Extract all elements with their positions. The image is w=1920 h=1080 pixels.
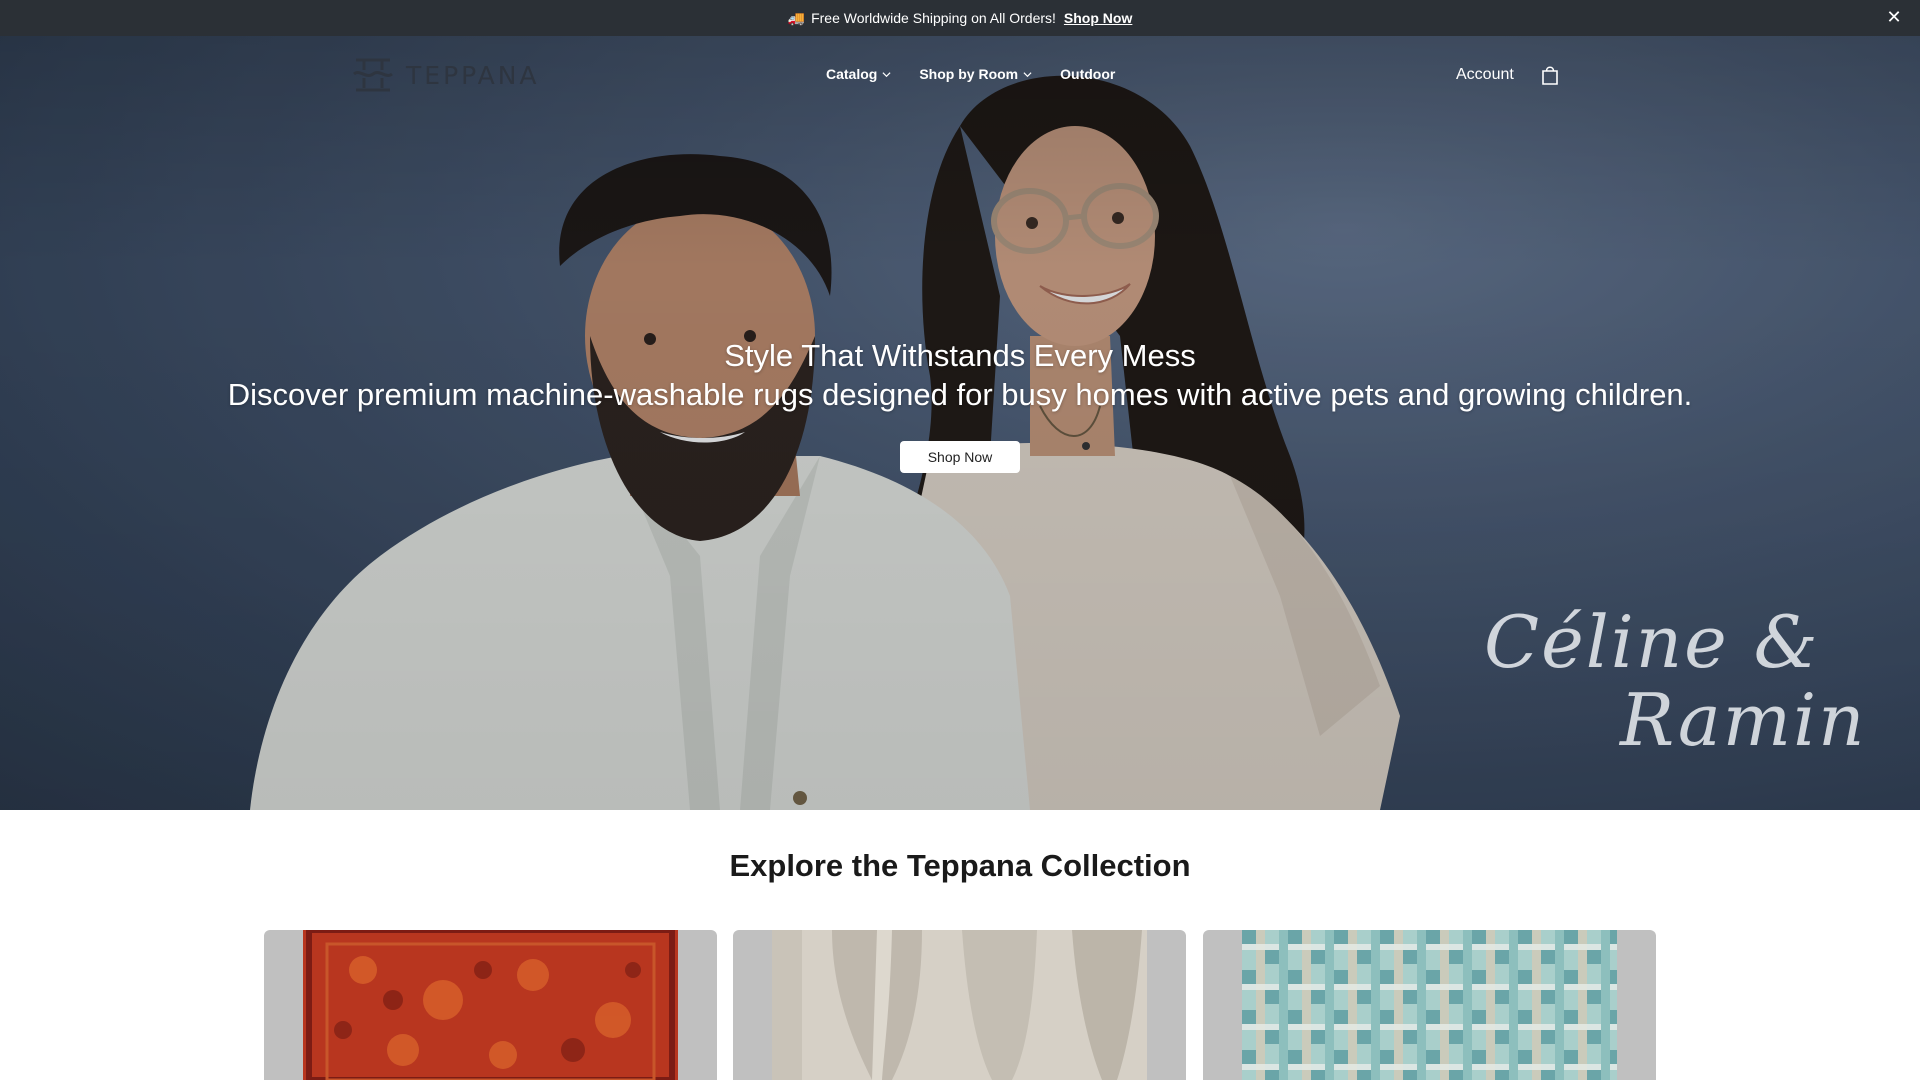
teal-rug-image [1242, 930, 1617, 1080]
collection-card-beige-rug[interactable] [733, 930, 1186, 1080]
hero-title: Style That Withstands Every Mess [724, 338, 1196, 373]
signature-line-2: Ramin [1620, 678, 1867, 762]
nav-item-shop-by-room[interactable]: Shop by Room [919, 66, 1032, 82]
signature-line-1: Céline & [1484, 600, 1820, 684]
main-nav: Catalog Shop by Room Outdoor [826, 66, 1115, 82]
nav-item-catalog[interactable]: Catalog [826, 66, 891, 82]
collection-card-teal-rug[interactable] [1203, 930, 1656, 1080]
hero-shop-now-button[interactable]: Shop Now [900, 441, 1020, 473]
red-rug-image [303, 930, 678, 1080]
nav-item-label: Outdoor [1060, 66, 1116, 82]
collection-cards [264, 930, 1656, 1080]
brand-name: TEPPANA [406, 60, 540, 90]
hero-subtitle: Discover premium machine-washable rugs d… [227, 377, 1693, 412]
announcement-message: Free Worldwide Shipping on All Orders! [811, 10, 1056, 26]
truck-icon: 🚚 [787, 9, 806, 26]
collection-heading: Explore the Teppana Collection [729, 848, 1191, 883]
shopping-bag-icon[interactable] [1540, 64, 1560, 86]
nav-item-label: Shop by Room [919, 66, 1019, 82]
beige-rug-image [772, 930, 1147, 1080]
chevron-down-icon [1023, 71, 1032, 77]
brand-logo[interactable]: TEPPANA [352, 56, 540, 94]
chevron-down-icon [882, 71, 891, 77]
announcement-shop-now-link[interactable]: Shop Now [1064, 10, 1132, 26]
logo-mark-icon [353, 58, 393, 92]
site-header: TEPPANA Catalog Shop by Room Outdoor Acc… [0, 36, 1920, 114]
collection-card-red-rug[interactable] [264, 930, 717, 1080]
announcement-bar: 🚚 Free Worldwide Shipping on All Orders!… [0, 0, 1920, 36]
nav-item-label: Catalog [826, 66, 878, 82]
nav-item-outdoor[interactable]: Outdoor [1060, 66, 1115, 82]
close-icon[interactable]: ✕ [1884, 7, 1904, 27]
account-link[interactable]: Account [1456, 66, 1514, 84]
